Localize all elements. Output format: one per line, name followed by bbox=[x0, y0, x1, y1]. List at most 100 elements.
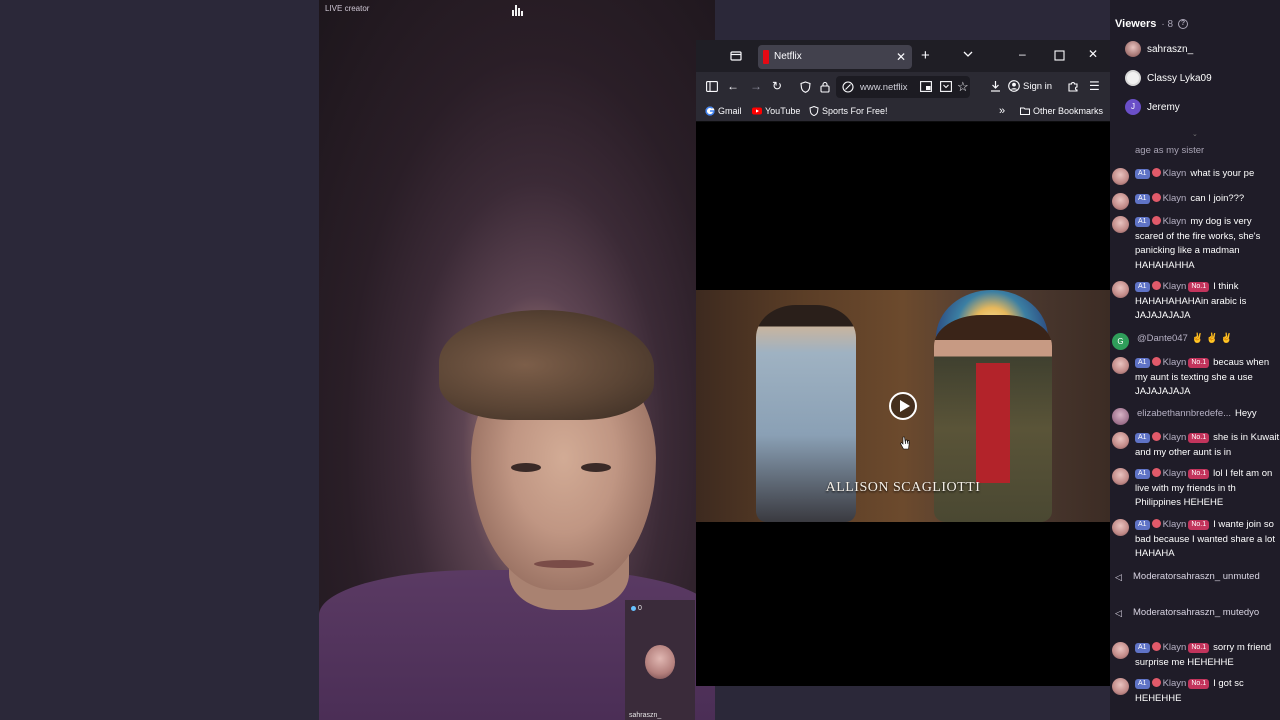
system-text: Moderatorsahraszn_ unmuted bbox=[1133, 571, 1260, 582]
system-text: Moderatorsahraszn_ mutedyo bbox=[1133, 607, 1260, 618]
sidebar-icon[interactable] bbox=[706, 81, 718, 94]
user-avatar bbox=[1112, 432, 1129, 449]
chat-text: Heyy bbox=[1235, 408, 1257, 419]
forward-icon[interactable]: → bbox=[750, 80, 762, 92]
creator-eye bbox=[581, 463, 611, 472]
new-tab-icon[interactable]: + bbox=[921, 48, 930, 63]
user-avatar bbox=[1112, 216, 1129, 233]
chat-username[interactable]: Klayn bbox=[1163, 468, 1187, 479]
bookmark-gmail[interactable]: Gmail bbox=[705, 106, 742, 116]
guest-avatar bbox=[645, 645, 675, 679]
maximize-icon[interactable] bbox=[1054, 50, 1065, 63]
tracking-protection-icon[interactable] bbox=[800, 81, 811, 95]
chat-username[interactable]: elizabethannbredefe... bbox=[1137, 408, 1231, 419]
shield-icon bbox=[809, 106, 819, 116]
extensions-icon[interactable] bbox=[1067, 80, 1079, 94]
heart-badge-icon bbox=[1151, 168, 1161, 177]
heart-badge-icon bbox=[1151, 678, 1161, 687]
lock-icon[interactable] bbox=[820, 81, 830, 95]
downloads-icon[interactable] bbox=[990, 80, 1001, 94]
chat-username[interactable]: @Dante047 bbox=[1137, 333, 1188, 344]
chat-username[interactable]: Klayn bbox=[1163, 678, 1187, 689]
google-icon bbox=[705, 106, 715, 116]
url-text: www.netflix bbox=[860, 82, 908, 93]
viewer-item[interactable]: sahraszn_ bbox=[1125, 39, 1193, 59]
other-bookmarks-folder[interactable]: Other Bookmarks bbox=[1020, 106, 1103, 116]
user-avatar bbox=[1112, 519, 1129, 536]
viewers-count: · 8 bbox=[1161, 18, 1174, 30]
heart-badge-icon bbox=[1151, 468, 1161, 477]
user-avatar bbox=[1112, 193, 1129, 210]
more-bookmarks-icon[interactable]: » bbox=[999, 106, 1005, 117]
viewer-name: Jeremy bbox=[1147, 101, 1180, 113]
rank-badge: No.1 bbox=[1188, 469, 1210, 479]
list-tabs-icon[interactable] bbox=[962, 48, 974, 62]
browser-toolbar: ← → ↻ www.netflix ☆ Sign in ☰ bbox=[696, 72, 1110, 102]
viewer-item[interactable]: Classy Lyka09 bbox=[1125, 68, 1212, 88]
chat-username[interactable]: Klayn bbox=[1163, 168, 1187, 179]
heart-badge-icon bbox=[1151, 193, 1161, 202]
close-window-icon[interactable]: ✕ bbox=[1088, 48, 1098, 60]
sign-in-button[interactable]: Sign in bbox=[1008, 80, 1052, 92]
picture-in-picture-icon[interactable] bbox=[920, 81, 932, 94]
user-avatar bbox=[1112, 168, 1129, 185]
netflix-video-player[interactable]: ALLISON SCAGLIOTTI bbox=[696, 290, 1110, 522]
mouse-cursor-icon bbox=[900, 436, 910, 450]
rank-badge: No.1 bbox=[1188, 643, 1210, 653]
chat-username[interactable]: Klayn bbox=[1163, 642, 1187, 653]
creator-hair bbox=[439, 310, 654, 420]
viewer-avatar bbox=[1125, 70, 1141, 86]
moderation-icon: ◁ bbox=[1115, 571, 1122, 582]
level-badge: A1 bbox=[1135, 520, 1150, 530]
rank-badge: No.1 bbox=[1188, 679, 1210, 689]
chat-username[interactable]: Klayn bbox=[1163, 357, 1187, 368]
chat-username[interactable]: Klayn bbox=[1163, 281, 1187, 292]
rank-badge: No.1 bbox=[1188, 520, 1210, 530]
bookmark-star-icon[interactable]: ☆ bbox=[957, 80, 969, 93]
user-avatar bbox=[1112, 281, 1129, 298]
play-button[interactable] bbox=[889, 392, 917, 420]
tab-close-icon[interactable]: ✕ bbox=[896, 50, 906, 64]
chat-username[interactable]: Klayn bbox=[1163, 432, 1187, 443]
heart-badge-icon bbox=[1151, 519, 1161, 528]
menu-icon[interactable]: ☰ bbox=[1089, 80, 1100, 92]
chat-text: ✌ ✌ ✌ bbox=[1191, 333, 1233, 344]
guest-video-tile[interactable]: 0 sahraszn_ bbox=[625, 600, 695, 720]
recent-tabs-icon[interactable] bbox=[730, 50, 742, 62]
address-bar[interactable]: www.netflix ☆ bbox=[836, 76, 970, 98]
reload-icon[interactable]: ↻ bbox=[772, 80, 782, 92]
folder-icon bbox=[1020, 107, 1030, 115]
level-badge: A1 bbox=[1135, 643, 1150, 653]
rank-badge: No.1 bbox=[1188, 433, 1210, 443]
creator-mouth bbox=[534, 560, 594, 568]
site-permissions-icon[interactable] bbox=[842, 81, 854, 95]
level-badge: A1 bbox=[1135, 194, 1150, 204]
heart-badge-icon bbox=[1151, 357, 1161, 366]
reader-view-icon[interactable] bbox=[940, 81, 952, 94]
audio-level-icon[interactable] bbox=[510, 3, 524, 17]
viewer-name: sahraszn_ bbox=[1147, 43, 1194, 55]
minimize-icon[interactable]: – bbox=[1019, 48, 1026, 60]
level-badge: A1 bbox=[1135, 469, 1150, 479]
help-icon[interactable]: ? bbox=[1178, 19, 1189, 29]
level-badge: A1 bbox=[1135, 358, 1150, 368]
level-badge: A1 bbox=[1135, 282, 1150, 292]
live-creator-label: LIVE creator bbox=[325, 4, 370, 13]
tab-netflix[interactable]: Netflix ✕ bbox=[758, 45, 912, 69]
rank-badge: No.1 bbox=[1188, 358, 1210, 368]
level-badge: A1 bbox=[1135, 169, 1150, 179]
guest-viewer-count: 0 bbox=[631, 605, 642, 612]
system-message: ◁ Moderatorsahraszn_ unmuted bbox=[1115, 571, 1260, 582]
chat-username[interactable]: Klayn bbox=[1163, 193, 1187, 204]
rank-badge: No.1 bbox=[1188, 282, 1210, 292]
chat-username[interactable]: Klayn bbox=[1163, 519, 1187, 530]
level-badge: A1 bbox=[1135, 217, 1150, 227]
bookmark-youtube[interactable]: YouTube bbox=[752, 106, 800, 116]
user-avatar: G bbox=[1112, 333, 1129, 350]
viewer-item[interactable]: J Jeremy bbox=[1125, 97, 1180, 117]
heart-badge-icon bbox=[1151, 281, 1161, 290]
bookmark-sports-for-free[interactable]: Sports For Free! bbox=[809, 106, 888, 116]
user-avatar bbox=[1112, 357, 1129, 374]
back-icon[interactable]: ← bbox=[727, 80, 739, 92]
chat-username[interactable]: Klayn bbox=[1163, 216, 1187, 227]
